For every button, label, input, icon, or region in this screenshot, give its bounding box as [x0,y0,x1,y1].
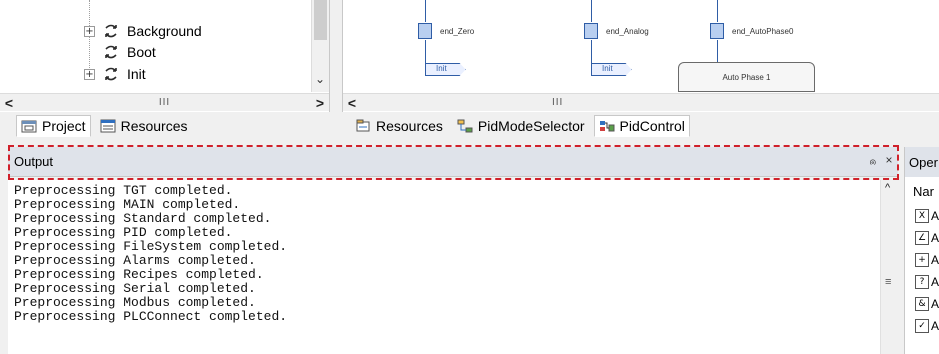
operators-column-header[interactable]: Nar [913,184,934,199]
tab-pid-control[interactable]: PidControl [593,115,690,137]
diagram-wire [425,40,426,64]
diagram-wire [717,40,718,62]
log-line: Preprocessing Recipes completed. [14,267,264,282]
tree-item-label: Init [127,66,146,82]
macro-step-auto-phase[interactable]: Auto Phase 1 [678,62,815,92]
operator-angle-icon[interactable]: ∠ [915,231,929,245]
scroll-grip[interactable]: III [18,97,311,108]
tab-label: Project [42,118,86,134]
tab-project[interactable]: Project [16,115,91,137]
output-vertical-scrollbar[interactable]: ^ ≡ [880,180,898,354]
scrollbar-thumb[interactable] [314,0,327,40]
tree-item-label: Background [127,23,202,39]
tree-horizontal-scrollbar[interactable]: < III > [0,93,329,111]
scroll-left-icon[interactable]: < [343,95,361,111]
operators-pane-header[interactable]: Oper [905,147,939,177]
output-panel-header[interactable]: Output ၐ × [8,147,898,177]
operator-label[interactable]: A [931,231,939,245]
task-cycle-icon [103,66,119,82]
project-tree-panel: + Background Boot + Init ⌄ < III > [0,0,330,112]
log-line: Preprocessing Serial completed. [14,281,256,296]
diagram-wire [591,0,592,22]
scroll-down-icon[interactable]: ⌄ [315,72,325,86]
output-title: Output [14,154,54,169]
task-cycle-icon [103,23,119,39]
action-block[interactable]: end_AutoPhase0 [710,22,793,40]
project-icon [21,119,37,133]
operator-label[interactable]: A [931,209,939,223]
operator-plus-icon[interactable]: + [915,253,929,267]
scroll-grip-icon[interactable]: ≡ [885,276,891,288]
operator-check-icon[interactable]: ✓ [915,319,929,333]
scroll-up-icon[interactable]: ^ [885,182,890,194]
resources-icon [100,119,116,133]
scroll-right-icon[interactable]: > [311,95,329,111]
operator-label[interactable]: A [931,275,939,289]
close-icon[interactable]: × [882,153,896,167]
action-block[interactable]: end_Analog [584,22,649,40]
action-block-icon [418,23,432,39]
sfc-icon [457,119,473,133]
task-cycle-icon [103,44,119,60]
expand-icon[interactable]: + [84,68,95,80]
operator-x-icon[interactable]: X [915,209,929,223]
workspace-tab-strip: Project Resources [16,112,193,140]
sfc-diagram-panel: end_Zero Init end_Analog Init end_AutoPh… [342,0,939,112]
tab-pid-mode-selector[interactable]: PidModeSelector [452,115,590,137]
action-block-label: end_Zero [440,26,475,36]
action-block-icon [584,23,598,39]
tab-label: PidModeSelector [477,118,585,134]
operators-pane: Oper Nar X A ∠ A + A ? A & A ✓ A [904,147,939,354]
tab-resources-editor[interactable]: Resources [350,115,448,137]
action-block-icon [710,23,724,39]
scroll-left-icon[interactable]: < [0,95,18,111]
log-line: Preprocessing TGT completed. [14,183,233,198]
tab-label: Resources [376,118,443,134]
log-line: Preprocessing Alarms completed. [14,253,256,268]
tab-label: PidControl [619,118,685,134]
expand-icon[interactable]: + [84,25,95,37]
diagram-horizontal-scrollbar[interactable]: < III [343,93,939,111]
diagram-wire [425,0,426,22]
log-line: Preprocessing Modbus completed. [14,295,256,310]
operator-label[interactable]: A [931,297,939,311]
log-line: Preprocessing MAIN completed. [14,197,241,212]
log-line: Preprocessing PLCConnect completed. [14,309,288,324]
log-line: Preprocessing FileSystem completed. [14,239,288,254]
tab-resources[interactable]: Resources [95,115,193,137]
pin-icon[interactable]: ၐ [866,153,880,171]
tab-label: Resources [120,118,188,134]
operator-and-icon[interactable]: & [915,297,929,311]
operator-question-icon[interactable]: ? [915,275,929,289]
action-block-label: end_AutoPhase0 [732,26,794,36]
tree-item-init[interactable]: + Init [84,64,146,84]
diagram-wire [717,0,718,22]
operators-title: Oper [909,154,938,170]
resources-tab-icon [355,119,371,133]
output-log[interactable]: Preprocessing TGT completed. Preprocessi… [8,180,898,354]
step-transition[interactable]: Init [425,63,466,76]
tree-item-background[interactable]: + Background [84,21,202,41]
operator-label[interactable]: A [931,319,939,333]
scroll-grip[interactable]: III [361,97,939,108]
tree-vertical-scrollbar[interactable]: ⌄ [311,0,329,92]
action-block-label: end_Analog [606,26,649,36]
fbd-icon [599,119,615,133]
log-line: Preprocessing PID completed. [14,225,233,240]
tree-item-label: Boot [127,44,156,60]
operator-label[interactable]: A [931,253,939,267]
step-transition[interactable]: Init [591,63,632,76]
log-line: Preprocessing Standard completed. [14,211,272,226]
diagram-wire [591,40,592,64]
action-block[interactable]: end_Zero [418,22,474,40]
tree-item-boot[interactable]: Boot [84,42,156,62]
editor-tab-strip: Resources PidModeSelector PidControl [350,112,690,140]
